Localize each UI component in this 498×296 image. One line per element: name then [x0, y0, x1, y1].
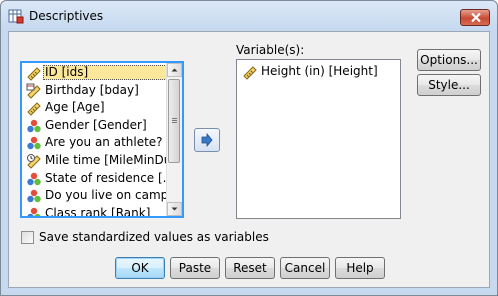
list-item[interactable]: Birthday [bday]: [24, 82, 168, 99]
list-item[interactable]: Class rank [Rank]: [24, 205, 168, 218]
dialog-body: ID [ids] Birthday [bday] Age [Age] Gender […: [8, 31, 490, 288]
source-item-label: ID [ids]: [45, 65, 89, 79]
list-item[interactable]: Do you live on camp...: [24, 187, 168, 204]
scale-ruler-icon: [243, 66, 257, 80]
descriptives-dialog: Descriptives ID [ids] Birthday [bday] Age …: [0, 0, 498, 296]
list-item[interactable]: Are you an athlete? [...: [24, 134, 168, 151]
source-variable-list[interactable]: ID [ids] Birthday [bday] Age [Age] Gender […: [20, 61, 184, 218]
scale-ruler-icon: [27, 67, 41, 81]
source-item-label: Birthday [bday]: [45, 82, 139, 97]
list-item[interactable]: Age [Age]: [24, 99, 168, 116]
list-item[interactable]: Gender [Gender]: [24, 117, 168, 134]
cancel-button-label: Cancel: [284, 261, 326, 275]
cancel-button[interactable]: Cancel: [280, 257, 330, 279]
ok-button[interactable]: OK: [115, 257, 165, 279]
save-standardized-checkbox[interactable]: [21, 231, 34, 244]
close-icon: [471, 13, 481, 22]
variables-label: Variable(s):: [236, 43, 305, 57]
list-item[interactable]: Mile time [MileMinDur]: [24, 152, 168, 169]
source-list-scrollbar[interactable]: [166, 63, 182, 216]
save-standardized-label[interactable]: Save standardized values as variables: [39, 230, 269, 244]
target-item-label: Height (in) [Height]: [261, 64, 378, 78]
descriptives-app-icon: [8, 9, 24, 24]
scale-ruler-icon: [27, 102, 41, 116]
style-button[interactable]: Style...: [417, 74, 481, 96]
paste-button-label: Paste: [178, 261, 212, 275]
nominal-balls-icon: [27, 172, 41, 185]
options-button-label: Options...: [420, 53, 478, 67]
list-item[interactable]: State of residence [...: [24, 170, 168, 187]
scroll-down-arrow-icon: [171, 207, 178, 211]
nominal-balls-icon: [27, 207, 41, 216]
reset-button-label: Reset: [233, 261, 267, 275]
help-button[interactable]: Help: [335, 257, 385, 279]
source-item-label: Do you live on camp...: [45, 188, 168, 203]
nominal-balls-icon: [27, 119, 41, 132]
move-variable-button[interactable]: [194, 128, 220, 152]
paste-button[interactable]: Paste: [170, 257, 220, 279]
source-item-label: Age [Age]: [45, 100, 105, 115]
scroll-up-button[interactable]: [167, 63, 182, 77]
close-button[interactable]: [460, 9, 490, 26]
source-item-label: Class rank [Rank]: [45, 205, 151, 218]
arrow-right-icon: [201, 132, 213, 148]
nominal-balls-icon: [27, 137, 41, 150]
ok-button-label: OK: [131, 261, 149, 275]
scroll-down-button[interactable]: [167, 202, 182, 216]
style-button-label: Style...: [428, 78, 470, 92]
list-item[interactable]: ID [ids]: [24, 64, 168, 81]
list-item[interactable]: Height (in) [Height]: [240, 63, 395, 80]
time-ruler-icon: [27, 154, 41, 169]
help-button-label: Help: [346, 261, 374, 275]
nominal-balls-icon: [27, 189, 41, 203]
options-button[interactable]: Options...: [417, 49, 481, 71]
reset-button[interactable]: Reset: [225, 257, 275, 279]
title-bar[interactable]: Descriptives: [1, 1, 497, 31]
target-variable-list[interactable]: Height (in) [Height]: [236, 59, 401, 219]
scroll-thumb[interactable]: [168, 79, 180, 163]
source-item-label: Gender [Gender]: [45, 117, 147, 132]
source-item-label: Mile time [MileMinDur]: [45, 153, 168, 167]
date-ruler-icon: [26, 83, 41, 99]
window-title: Descriptives: [29, 9, 104, 23]
source-item-label: State of residence [...: [45, 170, 168, 185]
source-item-label: Are you an athlete? [...: [45, 135, 168, 150]
scroll-up-arrow-icon: [171, 68, 178, 72]
